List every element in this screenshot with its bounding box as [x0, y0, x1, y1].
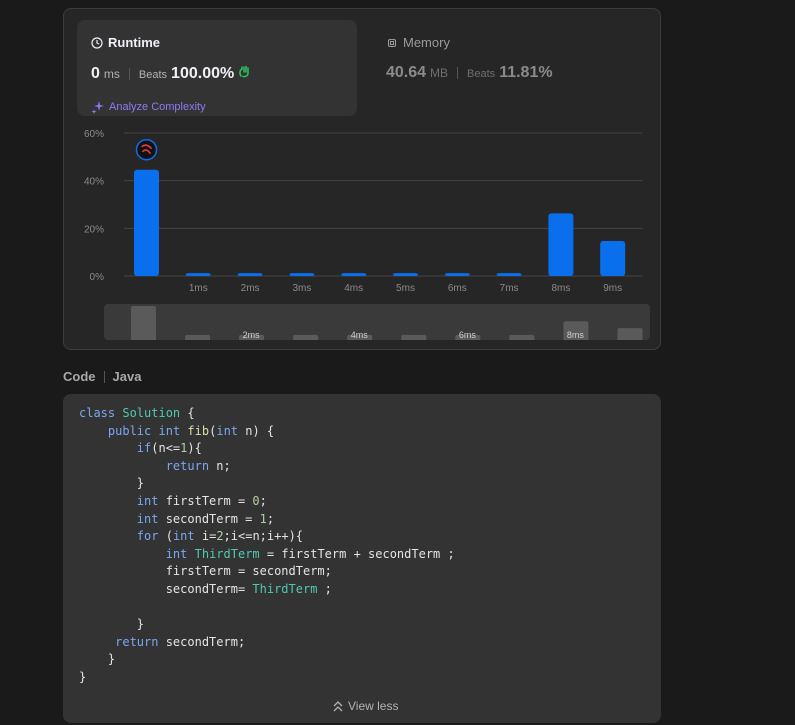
code-header: Code Java — [63, 369, 141, 384]
x-tick-label: 2ms — [241, 283, 260, 294]
chart-range-minimap[interactable]: 2ms 4ms 6ms 8ms — [104, 304, 650, 340]
minimap-bar — [131, 306, 156, 340]
submission-stats-panel: Runtime 0 ms Beats 100.00% Analyze Compl… — [63, 8, 661, 350]
minimap-bar — [617, 328, 643, 340]
code-content[interactable]: class Solution { public int fib(int n) {… — [79, 405, 455, 687]
y-tick-label: 60% — [84, 129, 104, 140]
chart-bar — [548, 213, 574, 276]
chevrons-up-icon — [333, 701, 343, 712]
minimap-label: 2ms — [243, 330, 261, 340]
chart-bar — [496, 273, 522, 276]
code-block[interactable]: class Solution { public int fib(int n) {… — [63, 394, 661, 723]
view-less-label: View less — [348, 699, 399, 713]
chart-bar — [600, 240, 626, 276]
minimap-label: 6ms — [459, 330, 477, 340]
y-tick-label: 0% — [90, 272, 105, 283]
chart-bar — [289, 273, 315, 276]
y-tick-label: 40% — [84, 177, 104, 188]
code-language: Java — [112, 369, 142, 384]
chart-bar — [341, 273, 367, 276]
runtime-distribution-chart[interactable]: 0% 20% 40% 60% 1ms 2ms 3ms 4ms 5ms 6ms 7ms 8ms 9ms — [64, 9, 662, 351]
minimap-bar — [509, 334, 535, 340]
x-tick-label: 5ms — [396, 283, 415, 294]
minimap-svg: 2ms 4ms 6ms 8ms — [131, 306, 643, 340]
x-tick-label: 9ms — [603, 283, 622, 294]
minimap-bar — [401, 334, 427, 340]
x-tick-label: 4ms — [344, 283, 363, 294]
code-label: Code — [63, 369, 96, 384]
minimap-bar — [185, 334, 211, 340]
minimap-label: 8ms — [567, 330, 585, 340]
chart-bar — [237, 273, 263, 276]
x-tick-label: 7ms — [500, 283, 519, 294]
minimap-label: 4ms — [351, 330, 369, 340]
minimap-bar — [293, 334, 319, 340]
chart-bar — [444, 273, 470, 276]
x-tick-label: 3ms — [292, 283, 311, 294]
chart-bar — [134, 169, 159, 276]
chart-bar — [393, 273, 418, 276]
view-less-button[interactable]: View less — [333, 699, 398, 713]
x-tick-label: 8ms — [551, 283, 570, 294]
y-tick-label: 20% — [84, 224, 104, 235]
x-tick-label: 1ms — [189, 283, 208, 294]
divider — [103, 370, 105, 383]
x-tick-label: 6ms — [448, 283, 467, 294]
chart-bar — [185, 273, 211, 276]
